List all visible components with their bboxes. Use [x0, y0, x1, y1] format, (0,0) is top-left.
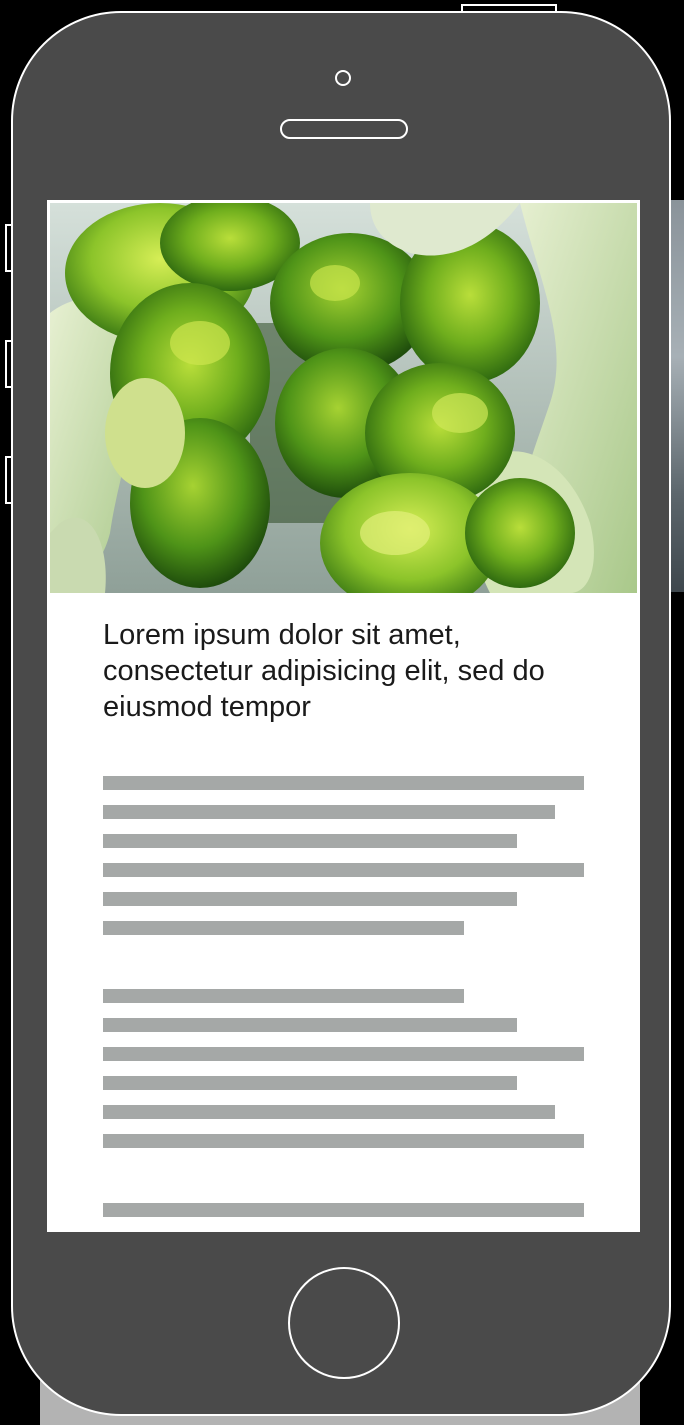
text-block: [103, 989, 584, 1163]
text-placeholder-line: [103, 1018, 517, 1032]
text-block: [103, 1203, 584, 1232]
home-button[interactable]: [288, 1267, 400, 1379]
text-placeholder-line: [103, 1076, 517, 1090]
speaker-icon: [280, 119, 408, 139]
text-placeholder-line: [103, 863, 584, 877]
text-placeholder-line: [103, 805, 556, 819]
text-placeholder-line: [103, 1134, 584, 1148]
hero-image: [50, 203, 637, 593]
screen: Lorem ipsum dolor sit amet, consectetur …: [47, 200, 640, 1232]
text-placeholder-line: [103, 776, 584, 790]
broccoli-photo: [50, 203, 637, 593]
text-placeholder-line: [103, 1203, 584, 1217]
text-placeholder-line: [103, 1105, 556, 1119]
device-mockup: Lorem ipsum dolor sit amet, consectetur …: [0, 0, 684, 1425]
text-placeholder-line: [103, 834, 517, 848]
article-title: Lorem ipsum dolor sit amet, consectetur …: [103, 619, 545, 723]
text-placeholder-line: [103, 989, 464, 1003]
text-placeholder-line: [103, 892, 517, 906]
camera-icon: [335, 70, 351, 86]
text-placeholder-line: [103, 921, 464, 935]
text-placeholder-line: [103, 1047, 584, 1061]
phone-body: Lorem ipsum dolor sit amet, consectetur …: [11, 11, 671, 1416]
text-block: [103, 776, 584, 950]
